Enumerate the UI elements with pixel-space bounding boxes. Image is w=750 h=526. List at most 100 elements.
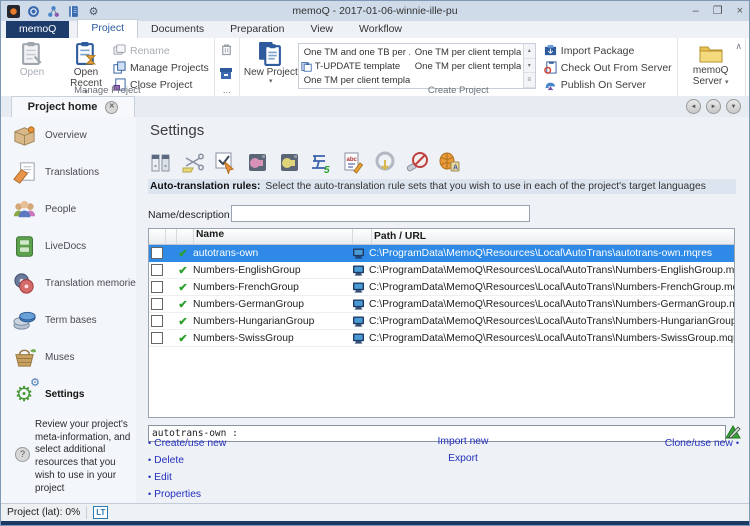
table-row[interactable]: ✔ Numbers-EnglishGroup C:\ProgramData\Me… (149, 262, 734, 279)
nav-forward-icon[interactable]: ► (706, 99, 721, 114)
tab-view[interactable]: View (297, 21, 346, 38)
tab-preparation[interactable]: Preparation (217, 21, 297, 38)
rule-path: C:\ProgramData\MemoQ\Resources\Local\Aut… (367, 248, 734, 259)
minimize-button[interactable]: – (693, 6, 699, 17)
livedocs-settings-icon[interactable] (276, 148, 301, 174)
nav-dropdown-icon[interactable]: ▼ (726, 99, 741, 114)
rule-name: Numbers-FrenchGroup (191, 282, 349, 293)
row-checkbox[interactable] (151, 247, 163, 259)
memoq-logo-icon[interactable] (7, 5, 20, 18)
column-name[interactable]: Name (194, 229, 353, 244)
non-translatables-icon[interactable]: abc (340, 148, 365, 174)
included-check-icon: ✔ (175, 315, 191, 328)
row-checkbox[interactable] (151, 281, 163, 293)
sidebar-item-livedocs[interactable]: LiveDocs (1, 228, 136, 265)
rule-path: C:\ProgramData\MemoQ\Resources\Local\Aut… (367, 299, 734, 310)
row-checkbox[interactable] (151, 315, 163, 327)
maximize-button[interactable]: ❐ (713, 6, 723, 17)
gear-icon[interactable]: ⚙ (87, 5, 100, 18)
tm-settings-icon[interactable] (244, 148, 269, 174)
import-new-link[interactable]: Import new (438, 436, 489, 447)
sidebar-item-translation-memories[interactable]: Translation memories (1, 265, 136, 302)
new-project-button[interactable]: New Project ▾ (244, 40, 298, 86)
row-checkbox[interactable] (151, 298, 163, 310)
template-item[interactable]: One TM per client template 2 (412, 45, 521, 59)
rename-button[interactable]: Rename (113, 44, 209, 57)
svg-text:abc: abc (346, 157, 357, 163)
table-row[interactable]: ✔ Numbers-GermanGroup C:\ProgramData\Mem… (149, 296, 734, 313)
project-home-sidebar: Overview Translations People LiveDocs Tr… (1, 117, 137, 504)
row-checkbox[interactable] (151, 332, 163, 344)
local-resource-icon (349, 299, 367, 310)
section-label: Auto-translation rules: (150, 181, 260, 192)
ignore-lists-icon[interactable] (404, 148, 429, 174)
help-icon[interactable] (27, 5, 40, 18)
template-item[interactable]: One TM per client template (412, 59, 521, 73)
open-button[interactable]: Open (5, 40, 59, 78)
export-link[interactable]: Export (448, 453, 478, 464)
qa-settings-icon[interactable] (212, 148, 237, 174)
included-check-icon: ✔ (175, 281, 191, 294)
gallery-scrollbar[interactable]: ▴▾≡ (523, 44, 535, 88)
settings-help: ? Review your project's meta-information… (1, 413, 136, 495)
create-use-new-link[interactable]: •Create/use new (148, 438, 226, 449)
project-home-tab[interactable]: Project home ✕ (11, 96, 135, 117)
included-check-icon: ✔ (175, 298, 191, 311)
properties-link[interactable]: •Properties (148, 489, 226, 500)
muses-basket-icon (9, 344, 39, 371)
sidebar-item-overview[interactable]: Overview (1, 117, 136, 154)
font-substitution-icon[interactable]: A (436, 148, 461, 174)
tab-project[interactable]: Project (77, 19, 138, 38)
settings-help-text: Review your project's meta-information, … (35, 419, 131, 495)
row-checkbox[interactable] (151, 264, 163, 276)
auto-translation-rules-icon[interactable]: 5 (308, 148, 333, 174)
manage-projects-button[interactable]: Manage Projects (113, 61, 209, 74)
delete-project-icon[interactable] (219, 42, 234, 62)
table-row[interactable]: ✔ Numbers-FrenchGroup C:\ProgramData\Mem… (149, 279, 734, 296)
tab-memoq[interactable]: memoQ (6, 21, 69, 38)
table-header[interactable]: Name Path / URL (149, 229, 734, 245)
sidebar-item-term-bases[interactable]: Term bases (1, 302, 136, 339)
clipboard-icon (20, 41, 45, 66)
help-question-icon[interactable]: ? (15, 447, 30, 462)
rule-name: Numbers-SwissGroup (191, 333, 349, 344)
edit-link[interactable]: •Edit (148, 472, 226, 483)
section-description: Select the auto-translation rule sets th… (265, 181, 705, 192)
general-settings-icon[interactable] (148, 148, 173, 174)
close-button[interactable]: × (737, 6, 743, 17)
import-package-button[interactable]: Import Package (544, 44, 672, 57)
language-terminal-icon[interactable]: LT (93, 506, 108, 519)
overview-box-icon (9, 122, 39, 149)
sidebar-item-translations[interactable]: Translations (1, 154, 136, 191)
notebook-icon[interactable] (67, 5, 80, 18)
segmentation-rules-icon[interactable] (180, 148, 205, 174)
export-path-rules-icon[interactable] (372, 148, 397, 174)
translation-memories-icon (9, 270, 39, 297)
nav-back-icon[interactable]: ◄ (686, 99, 701, 114)
template-item[interactable]: One TM and one TB per ... (301, 45, 410, 59)
close-tab-icon[interactable]: ✕ (105, 101, 118, 114)
import-package-icon (544, 44, 557, 57)
name-description-input[interactable] (231, 205, 530, 222)
column-path-url[interactable]: Path / URL (372, 231, 734, 242)
rule-name: Numbers-EnglishGroup (191, 265, 349, 276)
tab-documents[interactable]: Documents (138, 21, 217, 38)
template-item[interactable]: T-UPDATE template (301, 59, 410, 73)
ribbon-group-create-project: New Project ▾ One TM and one TB per ... … (240, 38, 678, 96)
included-check-icon: ✔ (175, 264, 191, 277)
sidebar-item-people[interactable]: People (1, 191, 136, 228)
ribbon-group-archive-backup: View Recycle Bin Back Up Restore Archive… (746, 38, 750, 96)
section-description-bar: Auto-translation rules: Select the auto-… (148, 179, 736, 194)
table-row[interactable]: ✔ Numbers-HungarianGroup C:\ProgramData\… (149, 313, 734, 330)
table-row[interactable]: ✔ autotrans-own C:\ProgramData\MemoQ\Res… (149, 245, 734, 262)
archive-box-icon[interactable] (219, 66, 233, 85)
memoq-server-button[interactable]: memoQ Server ▾ (682, 40, 740, 87)
table-row[interactable]: ✔ Numbers-SwissGroup C:\ProgramData\Memo… (149, 330, 734, 347)
check-out-from-server-button[interactable]: Check Out From Server (544, 61, 672, 74)
delete-link[interactable]: •Delete (148, 455, 226, 466)
sidebar-item-settings[interactable]: ⚙⚙ Settings (1, 376, 136, 413)
tab-workflow[interactable]: Workflow (346, 21, 415, 38)
clone-use-new-link[interactable]: Clone/use new• (665, 438, 739, 449)
sidebar-item-muses[interactable]: Muses (1, 339, 136, 376)
share-icon[interactable] (47, 5, 60, 18)
